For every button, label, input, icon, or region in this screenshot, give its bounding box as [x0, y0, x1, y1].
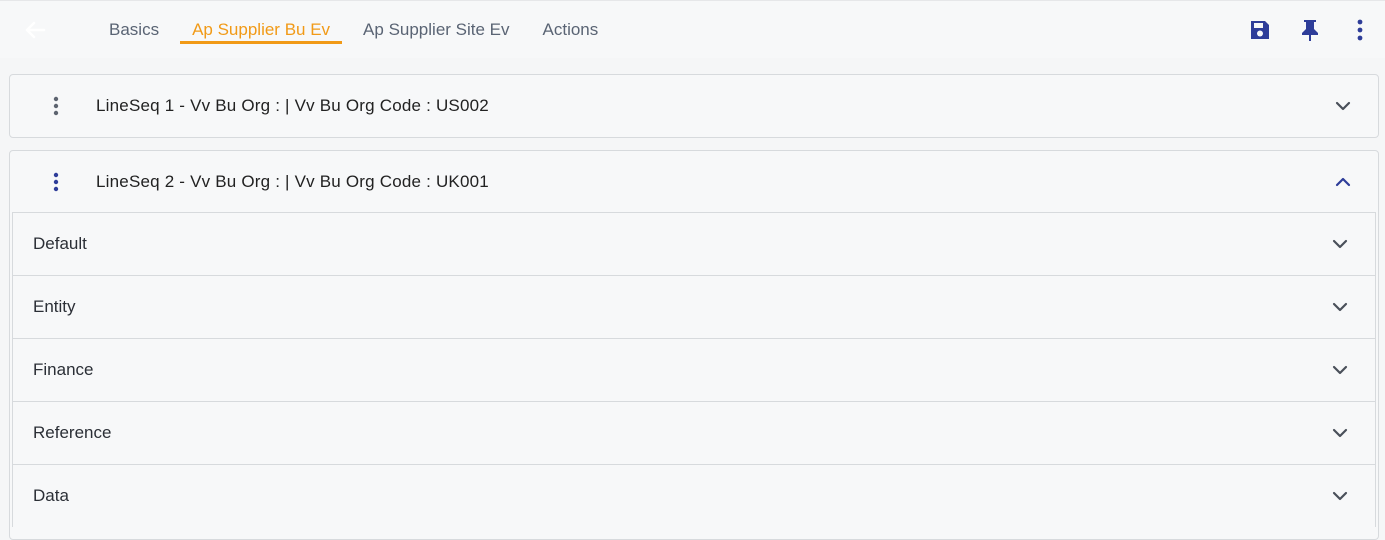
section-expand-toggle[interactable]: [1329, 485, 1351, 507]
section-default[interactable]: Default: [12, 212, 1376, 275]
more-vertical-icon: [1357, 19, 1363, 41]
section-label: Reference: [33, 423, 112, 442]
chevron-down-icon: [1335, 101, 1351, 111]
line-menu-button-2[interactable]: [46, 167, 66, 197]
line-header-2[interactable]: LineSeq 2 - Vv Bu Org : | Vv Bu Org Code…: [10, 151, 1378, 212]
chevron-up-icon: [1335, 177, 1351, 186]
more-vertical-icon: [53, 96, 59, 116]
tab-ap-supplier-site-ev[interactable]: Ap Supplier Site Ev: [351, 1, 521, 59]
chevron-down-icon: [1332, 239, 1348, 249]
more-vertical-icon: [53, 172, 59, 191]
pin-icon: [1302, 20, 1318, 41]
back-button[interactable]: [22, 18, 48, 42]
line-panel-1: LineSeq 1 - Vv Bu Org : | Vv Bu Org Code…: [9, 74, 1379, 138]
section-reference[interactable]: Reference: [12, 401, 1376, 464]
section-entity[interactable]: Entity: [12, 275, 1376, 338]
section-data[interactable]: Data: [12, 464, 1376, 527]
section-expand-toggle[interactable]: [1329, 296, 1351, 318]
section-expand-toggle[interactable]: [1329, 233, 1351, 255]
arrow-left-icon: [25, 21, 46, 39]
toolbar: [1235, 15, 1385, 45]
collapse-toggle-2[interactable]: [1332, 171, 1354, 193]
section-list: Default Entity Finance Reference Data: [12, 212, 1376, 527]
pin-button[interactable]: [1285, 15, 1335, 45]
section-expand-toggle[interactable]: [1329, 359, 1351, 381]
chevron-down-icon: [1332, 428, 1348, 438]
line-panel-2: LineSeq 2 - Vv Bu Org : | Vv Bu Org Code…: [9, 150, 1379, 540]
section-label: Data: [33, 486, 69, 505]
line-title-2: LineSeq 2 - Vv Bu Org : | Vv Bu Org Code…: [96, 171, 489, 191]
section-label: Finance: [33, 360, 94, 379]
line-title-1: LineSeq 1 - Vv Bu Org : | Vv Bu Org Code…: [96, 96, 489, 115]
line-header-1[interactable]: LineSeq 1 - Vv Bu Org : | Vv Bu Org Code…: [10, 75, 1378, 137]
tab-actions[interactable]: Actions: [531, 1, 611, 59]
chevron-down-icon: [1332, 365, 1348, 375]
section-label: Default: [33, 234, 87, 253]
more-options-button[interactable]: [1335, 15, 1385, 45]
section-label: Entity: [33, 297, 76, 316]
section-expand-toggle[interactable]: [1329, 422, 1351, 444]
save-button[interactable]: [1235, 15, 1285, 45]
chevron-down-icon: [1332, 491, 1348, 501]
chevron-down-icon: [1332, 302, 1348, 312]
save-icon: [1251, 21, 1269, 39]
section-finance[interactable]: Finance: [12, 338, 1376, 401]
tab-basics[interactable]: Basics: [97, 1, 171, 59]
tab-ap-supplier-bu-ev[interactable]: Ap Supplier Bu Ev: [180, 1, 343, 59]
tab-bar: Basics Ap Supplier Bu Ev Ap Supplier Sit…: [97, 1, 610, 59]
line-menu-button-1[interactable]: [46, 91, 66, 121]
expand-toggle-1[interactable]: [1332, 95, 1354, 117]
top-bar: Basics Ap Supplier Bu Ev Ap Supplier Sit…: [0, 0, 1385, 58]
